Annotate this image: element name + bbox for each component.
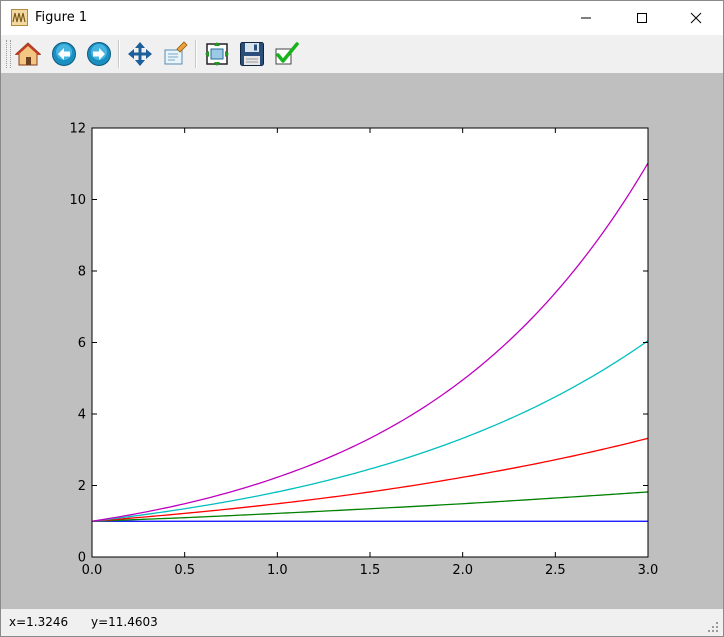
edit-checkmark-icon [275,42,299,65]
x-tick-label: 1.0 [267,563,288,578]
y-tick-label: 6 [78,336,86,351]
toolbar-grip[interactable] [6,40,11,68]
x-tick-label: 2.5 [545,563,566,578]
minimize-button[interactable] [563,1,609,35]
zoom-button[interactable] [160,39,190,69]
y-tick-label: 4 [78,408,86,423]
forward-button[interactable] [84,39,114,69]
x-tick-label: 2.0 [452,563,473,578]
plot-area [92,128,648,557]
back-arrow-icon [52,42,76,66]
subplots-button[interactable] [202,39,232,69]
maximize-button[interactable] [619,1,665,35]
y-tick-label: 12 [69,122,86,137]
y-tick-label: 2 [78,479,86,494]
y-tick-label: 10 [69,193,86,208]
toolbar-separator [195,40,197,68]
zoom-rect-icon [164,41,188,65]
configure-subplots-icon [205,42,229,66]
x-tick-label: 1.5 [360,563,381,578]
y-tick-label: 8 [78,265,86,280]
status-bar: x=1.3246 y=11.4603 [1,609,723,636]
toolbar-separator [118,40,120,68]
save-button[interactable] [237,39,267,69]
resize-grip-icon[interactable] [707,621,719,633]
minimize-icon [581,17,591,19]
title-bar[interactable]: Figure 1 [1,1,723,35]
save-floppy-icon [240,42,264,66]
cursor-y-readout: y=11.4603 [91,615,158,629]
x-tick-label: 3.0 [638,563,659,578]
home-icon [15,42,41,66]
home-button[interactable] [13,39,43,69]
edit-button[interactable] [271,39,301,69]
cursor-x-readout: x=1.3246 [9,615,69,629]
y-tick-label: 0 [78,551,86,566]
window-title: Figure 1 [35,10,88,25]
pan-button[interactable] [125,39,155,69]
pan-move-icon [128,42,152,66]
figure-canvas[interactable]: 0.0 0.5 1.0 1.5 2.0 2.5 3.0 0 2 4 6 8 10 12 [1,73,723,609]
close-icon [690,12,702,24]
toolbar [1,35,723,73]
back-button[interactable] [49,39,79,69]
maximize-icon [637,13,647,23]
line-chart[interactable]: 0.0 0.5 1.0 1.5 2.0 2.5 3.0024681012 [1,73,723,609]
forward-arrow-icon [87,42,111,66]
close-button[interactable] [673,1,719,35]
x-tick-label: 0.5 [174,563,195,578]
figure-window: Figure 1 0.0 0.5 1.0 1.5 2.0 2.5 3.0 0 2… [0,0,724,637]
app-icon [11,9,28,26]
